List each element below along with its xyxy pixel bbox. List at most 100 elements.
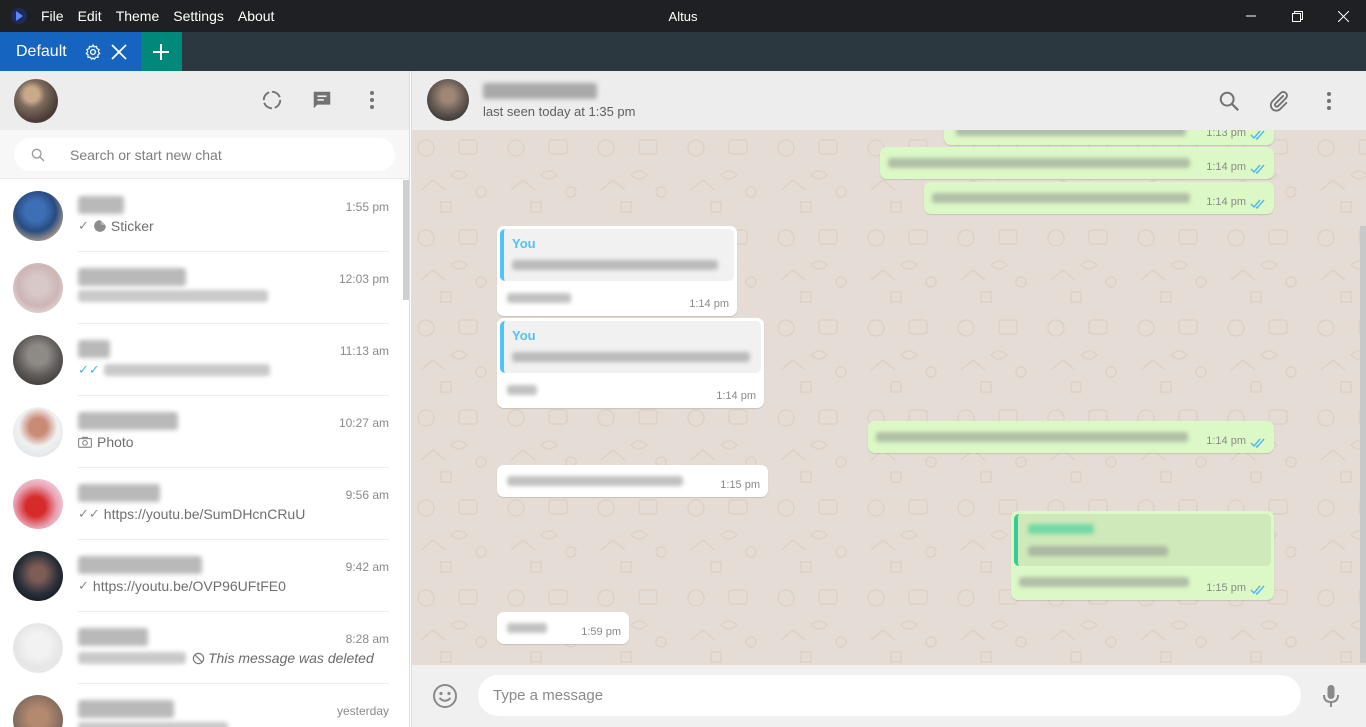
incoming-message[interactable]: 1:59 pm bbox=[497, 612, 629, 644]
altus-logo-icon bbox=[11, 8, 27, 24]
close-window-button[interactable] bbox=[1320, 0, 1366, 32]
chat-list-item[interactable]: yesterday bbox=[0, 684, 409, 727]
read-receipt-icon bbox=[1250, 130, 1265, 140]
chat-list-item[interactable]: 12:03 pm bbox=[0, 252, 409, 324]
chat-preview-text: https://youtu.be/OVP96UFtFE0 bbox=[92, 578, 286, 594]
chat-preview bbox=[78, 290, 274, 302]
chat-preview: ✓ https://youtu.be/OVP96UFtFE0 bbox=[78, 578, 286, 594]
status-button[interactable] bbox=[259, 87, 285, 113]
camera-icon bbox=[78, 436, 92, 448]
message-time: 1:13 pm bbox=[1206, 130, 1246, 139]
blurred-message-text bbox=[932, 193, 1190, 203]
deleted-icon bbox=[192, 652, 205, 664]
avatar bbox=[13, 623, 63, 673]
chat-list-item[interactable]: 9:56 am ✓✓ https://youtu.be/SumDHcnCRuU bbox=[0, 468, 409, 540]
blurred-preview bbox=[78, 290, 268, 302]
sticker-icon bbox=[94, 220, 106, 232]
minimize-button[interactable] bbox=[1228, 0, 1274, 32]
search-icon bbox=[31, 148, 45, 161]
new-chat-button[interactable] bbox=[309, 87, 335, 113]
menu-settings[interactable]: Settings bbox=[173, 8, 224, 24]
outgoing-message[interactable]: 1:14 pm bbox=[880, 147, 1274, 179]
read-receipt-icon bbox=[1250, 438, 1265, 448]
chat-list-item[interactable]: 1:55 pm ✓ Sticker bbox=[0, 180, 409, 252]
chat-preview: Photo bbox=[78, 434, 134, 450]
contact-name-blurred bbox=[78, 628, 148, 646]
search-input[interactable] bbox=[70, 146, 350, 163]
voice-message-button[interactable] bbox=[1318, 683, 1344, 709]
sidebar-scrollbar[interactable] bbox=[403, 180, 409, 300]
incoming-message[interactable]: 1:15 pm bbox=[497, 465, 768, 497]
blurred-quoted-text bbox=[1028, 546, 1168, 556]
blurred-quoted-text bbox=[512, 260, 718, 270]
chat-preview: This message was deleted bbox=[78, 650, 374, 666]
outgoing-message[interactable]: 1:14 pm bbox=[924, 182, 1274, 214]
my-profile-avatar[interactable] bbox=[14, 78, 58, 123]
quoted-message[interactable]: You bbox=[500, 321, 761, 373]
conversation-scrollbar[interactable] bbox=[1360, 226, 1366, 663]
blurred-preview bbox=[78, 722, 228, 727]
message-area[interactable]: 1:13 pm 1:14 pm 1:14 pm You 1:14 pm You … bbox=[411, 130, 1366, 665]
chat-time: 11:13 am bbox=[339, 344, 389, 358]
contact-name-blurred bbox=[78, 484, 160, 502]
menu-about[interactable]: About bbox=[238, 8, 275, 24]
sidebar-header bbox=[0, 71, 409, 130]
outgoing-reply-message[interactable]: 1:15 pm bbox=[1011, 511, 1274, 600]
emoji-icon bbox=[433, 684, 457, 708]
menu-theme[interactable]: Theme bbox=[116, 8, 160, 24]
quoted-message[interactable]: You bbox=[500, 229, 734, 281]
conversation-menu-button[interactable] bbox=[1316, 88, 1342, 114]
message-input[interactable] bbox=[478, 675, 1301, 716]
incoming-reply-message[interactable]: You 1:14 pm bbox=[497, 226, 737, 316]
tab-close-button[interactable] bbox=[109, 42, 129, 62]
read-receipt-icon bbox=[1250, 199, 1265, 209]
contact-avatar[interactable] bbox=[427, 79, 469, 121]
message-time: 1:14 pm bbox=[1206, 161, 1246, 173]
tab-default[interactable]: Default bbox=[0, 32, 141, 71]
menu-file[interactable]: File bbox=[41, 8, 64, 24]
menu-edit[interactable]: Edit bbox=[78, 8, 102, 24]
add-tab-button[interactable] bbox=[140, 32, 182, 71]
avatar bbox=[13, 335, 63, 385]
message-time: 1:15 pm bbox=[1206, 582, 1246, 594]
blurred-message-text bbox=[888, 158, 1190, 168]
status-icon bbox=[262, 90, 282, 110]
emoji-button[interactable] bbox=[432, 683, 458, 709]
search-icon bbox=[1219, 91, 1239, 111]
chat-preview-text: https://youtu.be/SumDHcnCRuU bbox=[103, 506, 306, 522]
conversation-header[interactable]: last seen today at 1:35 pm bbox=[411, 71, 1366, 130]
chat-list-item[interactable]: 9:42 am ✓ https://youtu.be/OVP96UFtFE0 bbox=[0, 540, 409, 612]
search-messages-button[interactable] bbox=[1216, 88, 1242, 114]
chat-preview bbox=[78, 722, 234, 727]
read-receipt-icon bbox=[1250, 164, 1265, 174]
chat-list-item[interactable]: 8:28 am This message was deleted bbox=[0, 612, 409, 684]
chat-preview-text: Photo bbox=[97, 434, 134, 450]
contact-name-blurred bbox=[78, 412, 178, 430]
message-time: 1:14 pm bbox=[689, 298, 729, 310]
restore-button[interactable] bbox=[1274, 0, 1320, 32]
tab-settings-button[interactable] bbox=[83, 42, 103, 62]
incoming-reply-message[interactable]: You 1:14 pm bbox=[497, 318, 764, 408]
chat-preview: ✓ Sticker bbox=[78, 218, 154, 234]
close-icon bbox=[111, 43, 127, 60]
quoted-message[interactable] bbox=[1014, 514, 1271, 566]
blurred-message-text bbox=[956, 130, 1186, 136]
message-time: 1:15 pm bbox=[720, 479, 760, 491]
chat-time: 10:27 am bbox=[338, 416, 389, 430]
quoted-author: You bbox=[512, 328, 536, 343]
chat-sidebar: 1:55 pm ✓ Sticker 12:03 pm bbox=[0, 71, 410, 727]
chat-list-item[interactable]: 10:27 am Photo bbox=[0, 396, 409, 468]
contact-name-blurred bbox=[78, 700, 174, 718]
sidebar-menu-button[interactable] bbox=[359, 87, 385, 113]
read-receipt-icon bbox=[1250, 585, 1265, 595]
chat-list-item[interactable]: 11:13 am ✓✓ bbox=[0, 324, 409, 396]
plus-icon bbox=[153, 43, 170, 60]
chat-time: 1:55 pm bbox=[345, 200, 389, 214]
outgoing-message[interactable]: 1:13 pm bbox=[944, 130, 1274, 145]
message-time: 1:59 pm bbox=[581, 626, 621, 638]
chat-preview: ✓✓ https://youtu.be/SumDHcnCRuU bbox=[78, 506, 305, 522]
outgoing-message[interactable]: 1:14 pm bbox=[868, 421, 1274, 453]
attach-button[interactable] bbox=[1266, 88, 1292, 114]
gear-icon bbox=[85, 43, 101, 60]
menu-icon bbox=[370, 91, 374, 109]
